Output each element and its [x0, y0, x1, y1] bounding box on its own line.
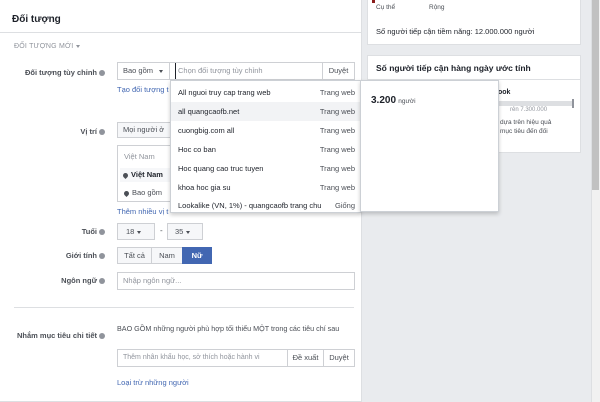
- exclude-people-link[interactable]: Loại trừ những người: [117, 378, 189, 387]
- custom-audience-label: Đối tượng tùy chỉnh: [0, 68, 105, 77]
- create-new-link[interactable]: Tạo đối tượng t: [117, 85, 169, 94]
- location-header: Việt Nam: [124, 152, 155, 161]
- dropdown-item[interactable]: Lookalike (VN, 1%) - quangcaofb trang ch…: [171, 196, 360, 215]
- detailed-targeting-desc: BAO GỒM những người phù hợp tối thiểu MỘ…: [117, 324, 340, 333]
- reach-mark: [372, 0, 375, 3]
- section-title: Đối tượng: [12, 14, 61, 25]
- language-label: Ngôn ngữ: [0, 276, 105, 285]
- dropdown-item[interactable]: Hoc co ban Trang web: [171, 140, 360, 159]
- info-icon[interactable]: [99, 229, 105, 236]
- browse-detailed-button[interactable]: Duyệt: [323, 350, 354, 366]
- dropdown-item[interactable]: All nguoi truy cap trang web Trang web: [171, 83, 360, 102]
- tooltip-count-value: 3.200: [371, 95, 397, 106]
- chevron-down-icon: [76, 44, 81, 48]
- section-divider: [14, 307, 354, 308]
- map-pin-icon: [121, 171, 130, 179]
- age-max-select[interactable]: 35: [167, 223, 203, 240]
- dropdown-item-highlighted[interactable]: all quangcaofb.net Trang web: [171, 102, 360, 121]
- dropdown-item[interactable]: cuongbig.com all Trang web: [171, 121, 360, 140]
- potential-reach-text: Số người tiếp cận tiềm năng: 12.000.000 …: [376, 27, 535, 36]
- suggest-button[interactable]: Đề xuất: [287, 350, 323, 366]
- info-icon[interactable]: [99, 129, 105, 136]
- gender-label: Giới tính: [0, 251, 105, 260]
- age-dash: -: [160, 226, 163, 235]
- info-icon[interactable]: [99, 253, 105, 260]
- browse-button[interactable]: Duyệt: [322, 63, 354, 79]
- info-icon[interactable]: [99, 70, 105, 77]
- daily-desc-1: dựa trên hiệu quả: [500, 119, 552, 126]
- map-pin-icon: [122, 189, 131, 197]
- detailed-targeting-input[interactable]: Thêm nhân khẩu học, sở thích hoặc hành v…: [123, 349, 283, 367]
- info-icon[interactable]: [99, 278, 105, 285]
- custom-audience-dropdown: All nguoi truy cap trang web Trang web al…: [170, 80, 361, 213]
- new-audience-dropdown[interactable]: ĐỐI TƯỢNG MỚI: [14, 43, 81, 50]
- new-audience-label: ĐỐI TƯỢNG MỚI: [14, 43, 74, 50]
- language-input[interactable]: Nhập ngôn ngữ...: [117, 272, 355, 290]
- location-include[interactable]: Bao gồm: [122, 188, 162, 197]
- location-label: Vị trí: [0, 127, 105, 136]
- daily-reach-title: Số người tiếp cận hàng ngày ước tính: [376, 63, 531, 73]
- gender-all-button[interactable]: Tất cả: [117, 247, 152, 264]
- title-divider: [0, 32, 361, 33]
- dropdown-item[interactable]: Hoc quang cao truc tuyen Trang web: [171, 159, 360, 178]
- reach-bar-marker: [572, 99, 574, 108]
- chevron-down-icon: [186, 230, 191, 234]
- info-icon[interactable]: [99, 333, 105, 340]
- tooltip-count-unit: người: [398, 98, 416, 105]
- location-select[interactable]: Mọi người ở: [117, 122, 175, 138]
- book-partial: ook: [498, 89, 511, 96]
- more-locations-link[interactable]: Thêm nhiều vị t: [117, 207, 168, 216]
- location-item: Việt Nam: [120, 168, 176, 182]
- reach-panel: [367, 0, 581, 45]
- gender-male-button[interactable]: Nam: [151, 247, 183, 264]
- tooltip-count: 3.200 người: [371, 95, 416, 106]
- detailed-targeting-label: Nhắm mục tiêu chi tiết: [0, 331, 105, 340]
- specific-label: Cụ thể: [376, 4, 396, 11]
- age-label: Tuổi: [0, 227, 105, 236]
- chevron-down-icon: [137, 230, 142, 234]
- age-min-select[interactable]: 18: [117, 223, 155, 240]
- gender-female-button[interactable]: Nữ: [182, 247, 212, 264]
- reach-bar: [490, 101, 574, 106]
- scrollbar-thumb[interactable]: [592, 0, 599, 190]
- broad-label: Rộng: [429, 4, 445, 11]
- chevron-down-icon: [159, 69, 164, 73]
- range-partial: rên 7.300.000: [510, 107, 548, 113]
- include-select[interactable]: Bao gồm: [118, 63, 170, 79]
- custom-audience-input[interactable]: Chọn đối tượng tùy chỉnh: [175, 63, 320, 79]
- daily-desc-2: mục tiêu đến đối: [500, 128, 548, 135]
- dropdown-item[interactable]: khoa hoc gia su Trang web: [171, 178, 360, 197]
